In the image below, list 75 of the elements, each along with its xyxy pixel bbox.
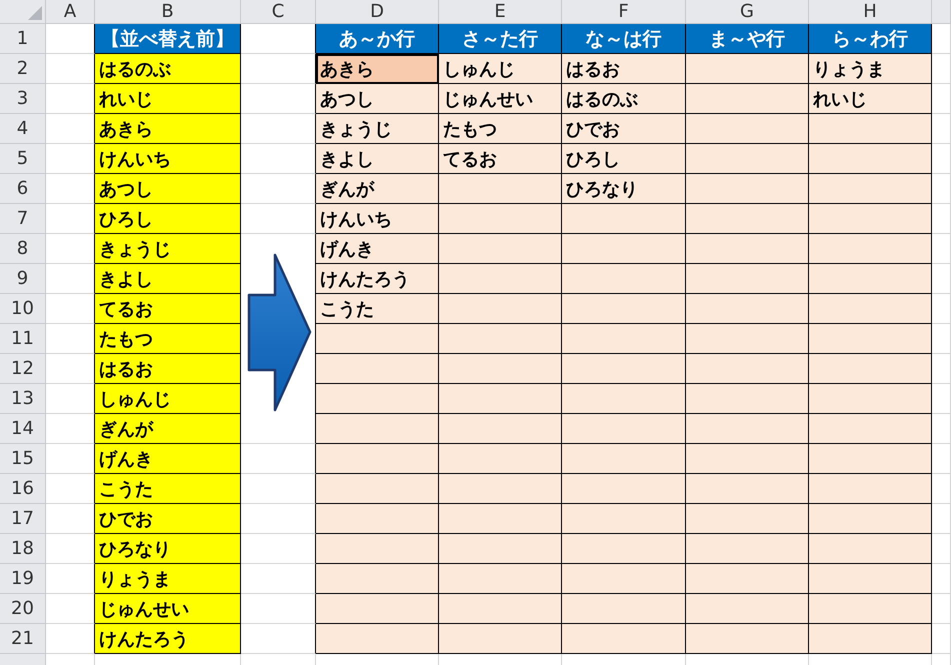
row-header[interactable]: 4 bbox=[0, 114, 46, 144]
row-header[interactable]: 12 bbox=[0, 354, 46, 384]
table-cell[interactable]: げんき bbox=[95, 444, 241, 474]
table-cell[interactable]: きよし bbox=[95, 264, 241, 294]
table-header[interactable]: ら～わ行 bbox=[809, 24, 932, 54]
table-cell[interactable]: げんき bbox=[316, 234, 439, 264]
table-cell[interactable]: しゅんじ bbox=[439, 54, 562, 84]
table-cell[interactable]: てるお bbox=[439, 144, 562, 174]
row-header[interactable]: 10 bbox=[0, 294, 46, 324]
row-header[interactable]: 13 bbox=[0, 384, 46, 414]
column-header[interactable]: E bbox=[439, 0, 562, 24]
row-header[interactable]: 3 bbox=[0, 84, 46, 114]
table-cell[interactable]: あつし bbox=[316, 84, 439, 114]
table-cell[interactable]: けんいち bbox=[316, 204, 439, 234]
table-cell[interactable]: しゅんじ bbox=[95, 384, 241, 414]
table-cell[interactable]: こうた bbox=[316, 294, 439, 324]
table-header[interactable]: さ～た行 bbox=[439, 24, 562, 54]
table-cell[interactable]: あきら bbox=[316, 54, 439, 84]
table-cell[interactable]: りょうま bbox=[809, 54, 932, 84]
table-cell[interactable]: たもつ bbox=[439, 114, 562, 144]
row-header[interactable]: 7 bbox=[0, 204, 46, 234]
table-header[interactable]: な～は行 bbox=[562, 24, 686, 54]
table-cell[interactable]: ひろし bbox=[95, 204, 241, 234]
table-cell[interactable]: きょうじ bbox=[95, 234, 241, 264]
table-cell[interactable]: りょうま bbox=[95, 564, 241, 594]
table-cell[interactable]: じゅんせい bbox=[439, 84, 562, 114]
table-cell[interactable]: ひでお bbox=[562, 114, 686, 144]
table-cell[interactable]: けんたろう bbox=[95, 624, 241, 654]
row-header[interactable]: 16 bbox=[0, 474, 46, 504]
table-cell[interactable]: たもつ bbox=[95, 324, 241, 354]
column-header[interactable]: A bbox=[46, 0, 95, 24]
row-header[interactable]: 11 bbox=[0, 324, 46, 354]
table-cell[interactable]: あきら bbox=[95, 114, 241, 144]
table-cell[interactable]: はるのぶ bbox=[562, 84, 686, 114]
table-cell[interactable]: ぎんが bbox=[316, 174, 439, 204]
row-header[interactable]: 20 bbox=[0, 594, 46, 624]
column-header[interactable]: C bbox=[241, 0, 316, 24]
row-header[interactable]: 9 bbox=[0, 264, 46, 294]
table-cell[interactable]: はるお bbox=[562, 54, 686, 84]
row-header[interactable]: 1 bbox=[0, 24, 46, 54]
table-cell[interactable]: ひろし bbox=[562, 144, 686, 174]
table-cell[interactable]: ぎんが bbox=[95, 414, 241, 444]
table-cell[interactable]: きよし bbox=[316, 144, 439, 174]
table-header[interactable]: ま～や行 bbox=[686, 24, 809, 54]
table-cell[interactable]: けんたろう bbox=[316, 264, 439, 294]
row-header[interactable]: 17 bbox=[0, 504, 46, 534]
row-header[interactable]: 6 bbox=[0, 174, 46, 204]
table-cell[interactable]: てるお bbox=[95, 294, 241, 324]
table-cell[interactable]: あつし bbox=[95, 174, 241, 204]
column-header[interactable]: H bbox=[809, 0, 932, 24]
row-header[interactable]: 18 bbox=[0, 534, 46, 564]
row-header[interactable]: 14 bbox=[0, 414, 46, 444]
row-header[interactable]: 2 bbox=[0, 54, 46, 84]
table-cell[interactable]: ひろなり bbox=[95, 534, 241, 564]
table-cell[interactable]: きょうじ bbox=[316, 114, 439, 144]
table-header[interactable]: あ～か行 bbox=[316, 24, 439, 54]
table-cell[interactable]: ひでお bbox=[95, 504, 241, 534]
row-header[interactable]: 19 bbox=[0, 564, 46, 594]
table-cell[interactable]: れいじ bbox=[95, 84, 241, 114]
column-header[interactable]: G bbox=[686, 0, 809, 24]
row-header[interactable]: 15 bbox=[0, 444, 46, 474]
table-cell[interactable]: じゅんせい bbox=[95, 594, 241, 624]
table-cell[interactable]: はるお bbox=[95, 354, 241, 384]
row-header[interactable]: 21 bbox=[0, 624, 46, 654]
column-header[interactable]: D bbox=[316, 0, 439, 24]
column-header[interactable]: B bbox=[95, 0, 241, 24]
table-cell[interactable]: はるのぶ bbox=[95, 54, 241, 84]
row-header[interactable]: 5 bbox=[0, 144, 46, 174]
table-cell[interactable]: れいじ bbox=[809, 84, 932, 114]
table-cell[interactable]: こうた bbox=[95, 474, 241, 504]
table-cell[interactable]: けんいち bbox=[95, 144, 241, 174]
table-header[interactable]: 【並べ替え前】 bbox=[95, 24, 241, 54]
table-cell[interactable]: ひろなり bbox=[562, 174, 686, 204]
column-header[interactable]: F bbox=[562, 0, 686, 24]
row-header[interactable]: 8 bbox=[0, 234, 46, 264]
